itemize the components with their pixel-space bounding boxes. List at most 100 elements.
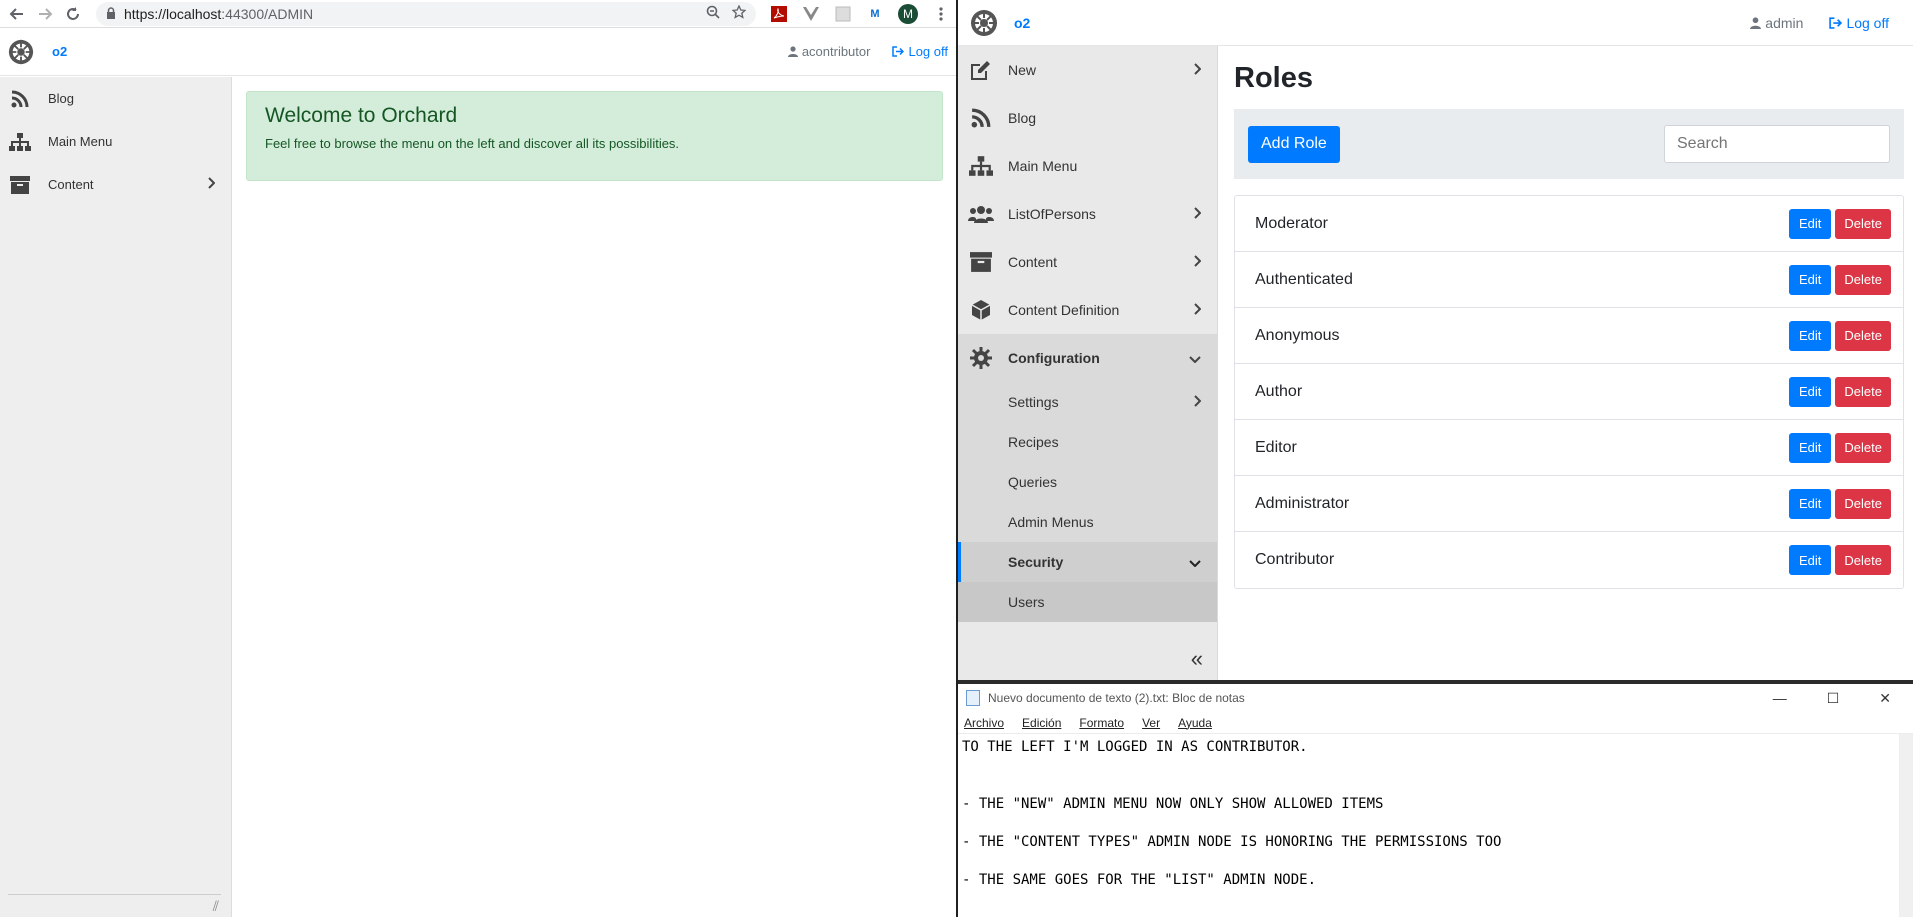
chevron-right-icon [1193,302,1202,318]
add-role-button[interactable]: Add Role [1248,125,1340,163]
username-label: acontributor [801,44,871,59]
sidebar-subitem-settings[interactable]: Settings [958,382,1217,422]
minimize-icon[interactable]: — [1773,690,1787,707]
current-user[interactable]: admin [1750,15,1803,31]
url-path: :44300/ADMIN [221,5,314,22]
close-icon[interactable]: ✕ [1879,690,1891,707]
welcome-alert: Welcome to Orchard Feel free to browse t… [246,91,943,181]
sidebar-item-main-menu[interactable]: Main Menu [958,142,1217,190]
notepad-menu-item[interactable]: Ver [1142,716,1160,730]
sidebar-subitem-label: Queries [1008,474,1058,490]
sidebar-item-content[interactable]: Content [0,163,231,206]
edit-role-button[interactable]: Edit [1789,545,1832,575]
notepad-menu-item[interactable]: Edición [1022,716,1061,730]
edit-role-button[interactable]: Edit [1789,264,1832,295]
sidebar-subitem-users[interactable]: Users [958,582,1217,622]
orchard-logo-icon[interactable] [970,9,998,37]
page-title: Roles [1234,62,1313,94]
sidebar-item-configuration[interactable]: Configuration [958,334,1217,382]
admin-topbar: o2 admin Log off [958,0,1913,46]
sidebar-item-label: Content Definition [1008,302,1120,318]
sidebar-item-label: Blog [48,91,75,106]
notepad-menu-item[interactable]: Ayuda [1178,716,1212,730]
sitemap-icon [8,130,32,154]
sitemap-icon [968,153,994,179]
notepad-menu-item[interactable]: Archivo [964,716,1004,730]
address-bar[interactable]: https://localhost:44300/ADMIN [96,1,756,26]
orchard-logo-icon[interactable] [8,39,34,65]
role-actions: Edit Delete [1789,320,1891,351]
sidebar-item-label: Blog [1008,110,1037,126]
edit-role-button[interactable]: Edit [1789,320,1832,351]
sidebar-subitem-security[interactable]: Security [958,542,1217,582]
notepad-line [962,776,1909,795]
browser-toolbar: https://localhost:44300/ADMIN M M [0,0,956,28]
zoom-icon[interactable] [706,5,720,22]
role-actions: Edit Delete [1789,488,1891,519]
lock-icon [106,6,116,22]
notepad-line [962,814,1909,833]
star-icon[interactable] [731,4,747,22]
edit-role-button[interactable]: Edit [1789,432,1832,463]
collapse-sidebar-icon[interactable]: « [1191,646,1203,672]
sidebar-item-listofpersons[interactable]: ListOfPersons [958,190,1217,238]
delete-role-button[interactable]: Delete [1835,208,1891,239]
sidebar-subitem-recipes[interactable]: Recipes [958,422,1217,462]
search-input[interactable] [1664,125,1890,163]
delete-role-button[interactable]: Delete [1835,320,1891,351]
logoff-link[interactable]: Log off [1829,15,1889,31]
user-icon [787,46,798,57]
forward-icon[interactable] [34,3,56,25]
role-actions: Edit Delete [1789,264,1891,295]
sidebar-subitem-queries[interactable]: Queries [958,462,1217,502]
role-name: Administrator [1255,494,1350,512]
sidebar-subitem-label: Admin Menus [1008,514,1094,530]
sidebar-item-label: Configuration [1008,350,1100,366]
notepad-line [962,852,1909,871]
logoff-link[interactable]: Log off [892,44,948,59]
maximize-icon[interactable]: ☐ [1827,690,1840,707]
sidebar-subitem-admin-menus[interactable]: Admin Menus [958,502,1217,542]
sidebar-item-label: Content [1008,254,1058,270]
role-actions: Edit Delete [1789,376,1891,407]
cube-icon [968,297,994,323]
roles-page: Roles Add Role ModeratorEditDeleteAuthen… [1234,62,1904,589]
site-name-link[interactable]: o2 [1014,15,1030,31]
sidebar-item-new[interactable]: New [958,46,1217,94]
role-name: Anonymous [1255,326,1340,344]
grid-extension-icon[interactable] [834,5,852,23]
edit-role-button[interactable]: Edit [1789,488,1832,519]
back-icon[interactable] [6,3,28,25]
notepad-scrollbar[interactable] [1899,734,1913,917]
edit-role-button[interactable]: Edit [1789,208,1832,239]
delete-role-button[interactable]: Delete [1835,376,1891,407]
sidebar-item-content[interactable]: Content [958,238,1217,286]
delete-role-button[interactable]: Delete [1835,488,1891,519]
profile-avatar[interactable]: M [898,3,918,24]
reload-icon[interactable] [62,3,84,25]
role-row: Moderator Edit Delete [1235,196,1903,252]
sidebar-item-main-menu[interactable]: Main Menu [0,120,231,163]
right-browser-window: o2 admin Log off New Blog Main Menu List… [958,0,1913,680]
notepad-text-area[interactable]: TO THE LEFT I'M LOGGED IN AS CONTRIBUTOR… [958,734,1913,894]
role-row: Editor Edit Delete [1235,420,1903,476]
movistar-extension-icon[interactable]: M [866,5,884,23]
sidebar-item-blog[interactable]: Blog [958,94,1217,142]
notepad-line: - THE SAME GOES FOR THE "LIST" ADMIN NOD… [962,872,1317,888]
notepad-menu-item[interactable]: Formato [1079,716,1124,730]
collapse-sidebar-icon[interactable]: ⫽ [213,898,219,915]
kebab-menu-icon[interactable] [932,5,950,23]
delete-role-button[interactable]: Delete [1835,432,1891,463]
sidebar-item-blog[interactable]: Blog [0,77,231,120]
sidebar-divider [8,894,221,895]
admin-sidebar: New Blog Main Menu ListOfPersons Content… [958,46,1218,680]
notepad-title: Nuevo documento de texto (2).txt: Bloc d… [988,691,1245,705]
edit-role-button[interactable]: Edit [1789,376,1832,407]
sidebar-item-content-definition[interactable]: Content Definition [958,286,1217,334]
delete-role-button[interactable]: Delete [1835,264,1891,295]
pdf-extension-icon[interactable] [770,5,788,23]
delete-role-button[interactable]: Delete [1835,545,1891,575]
current-user[interactable]: acontributor [787,44,871,59]
site-name-link[interactable]: o2 [52,44,67,59]
vue-extension-icon[interactable] [802,5,820,23]
